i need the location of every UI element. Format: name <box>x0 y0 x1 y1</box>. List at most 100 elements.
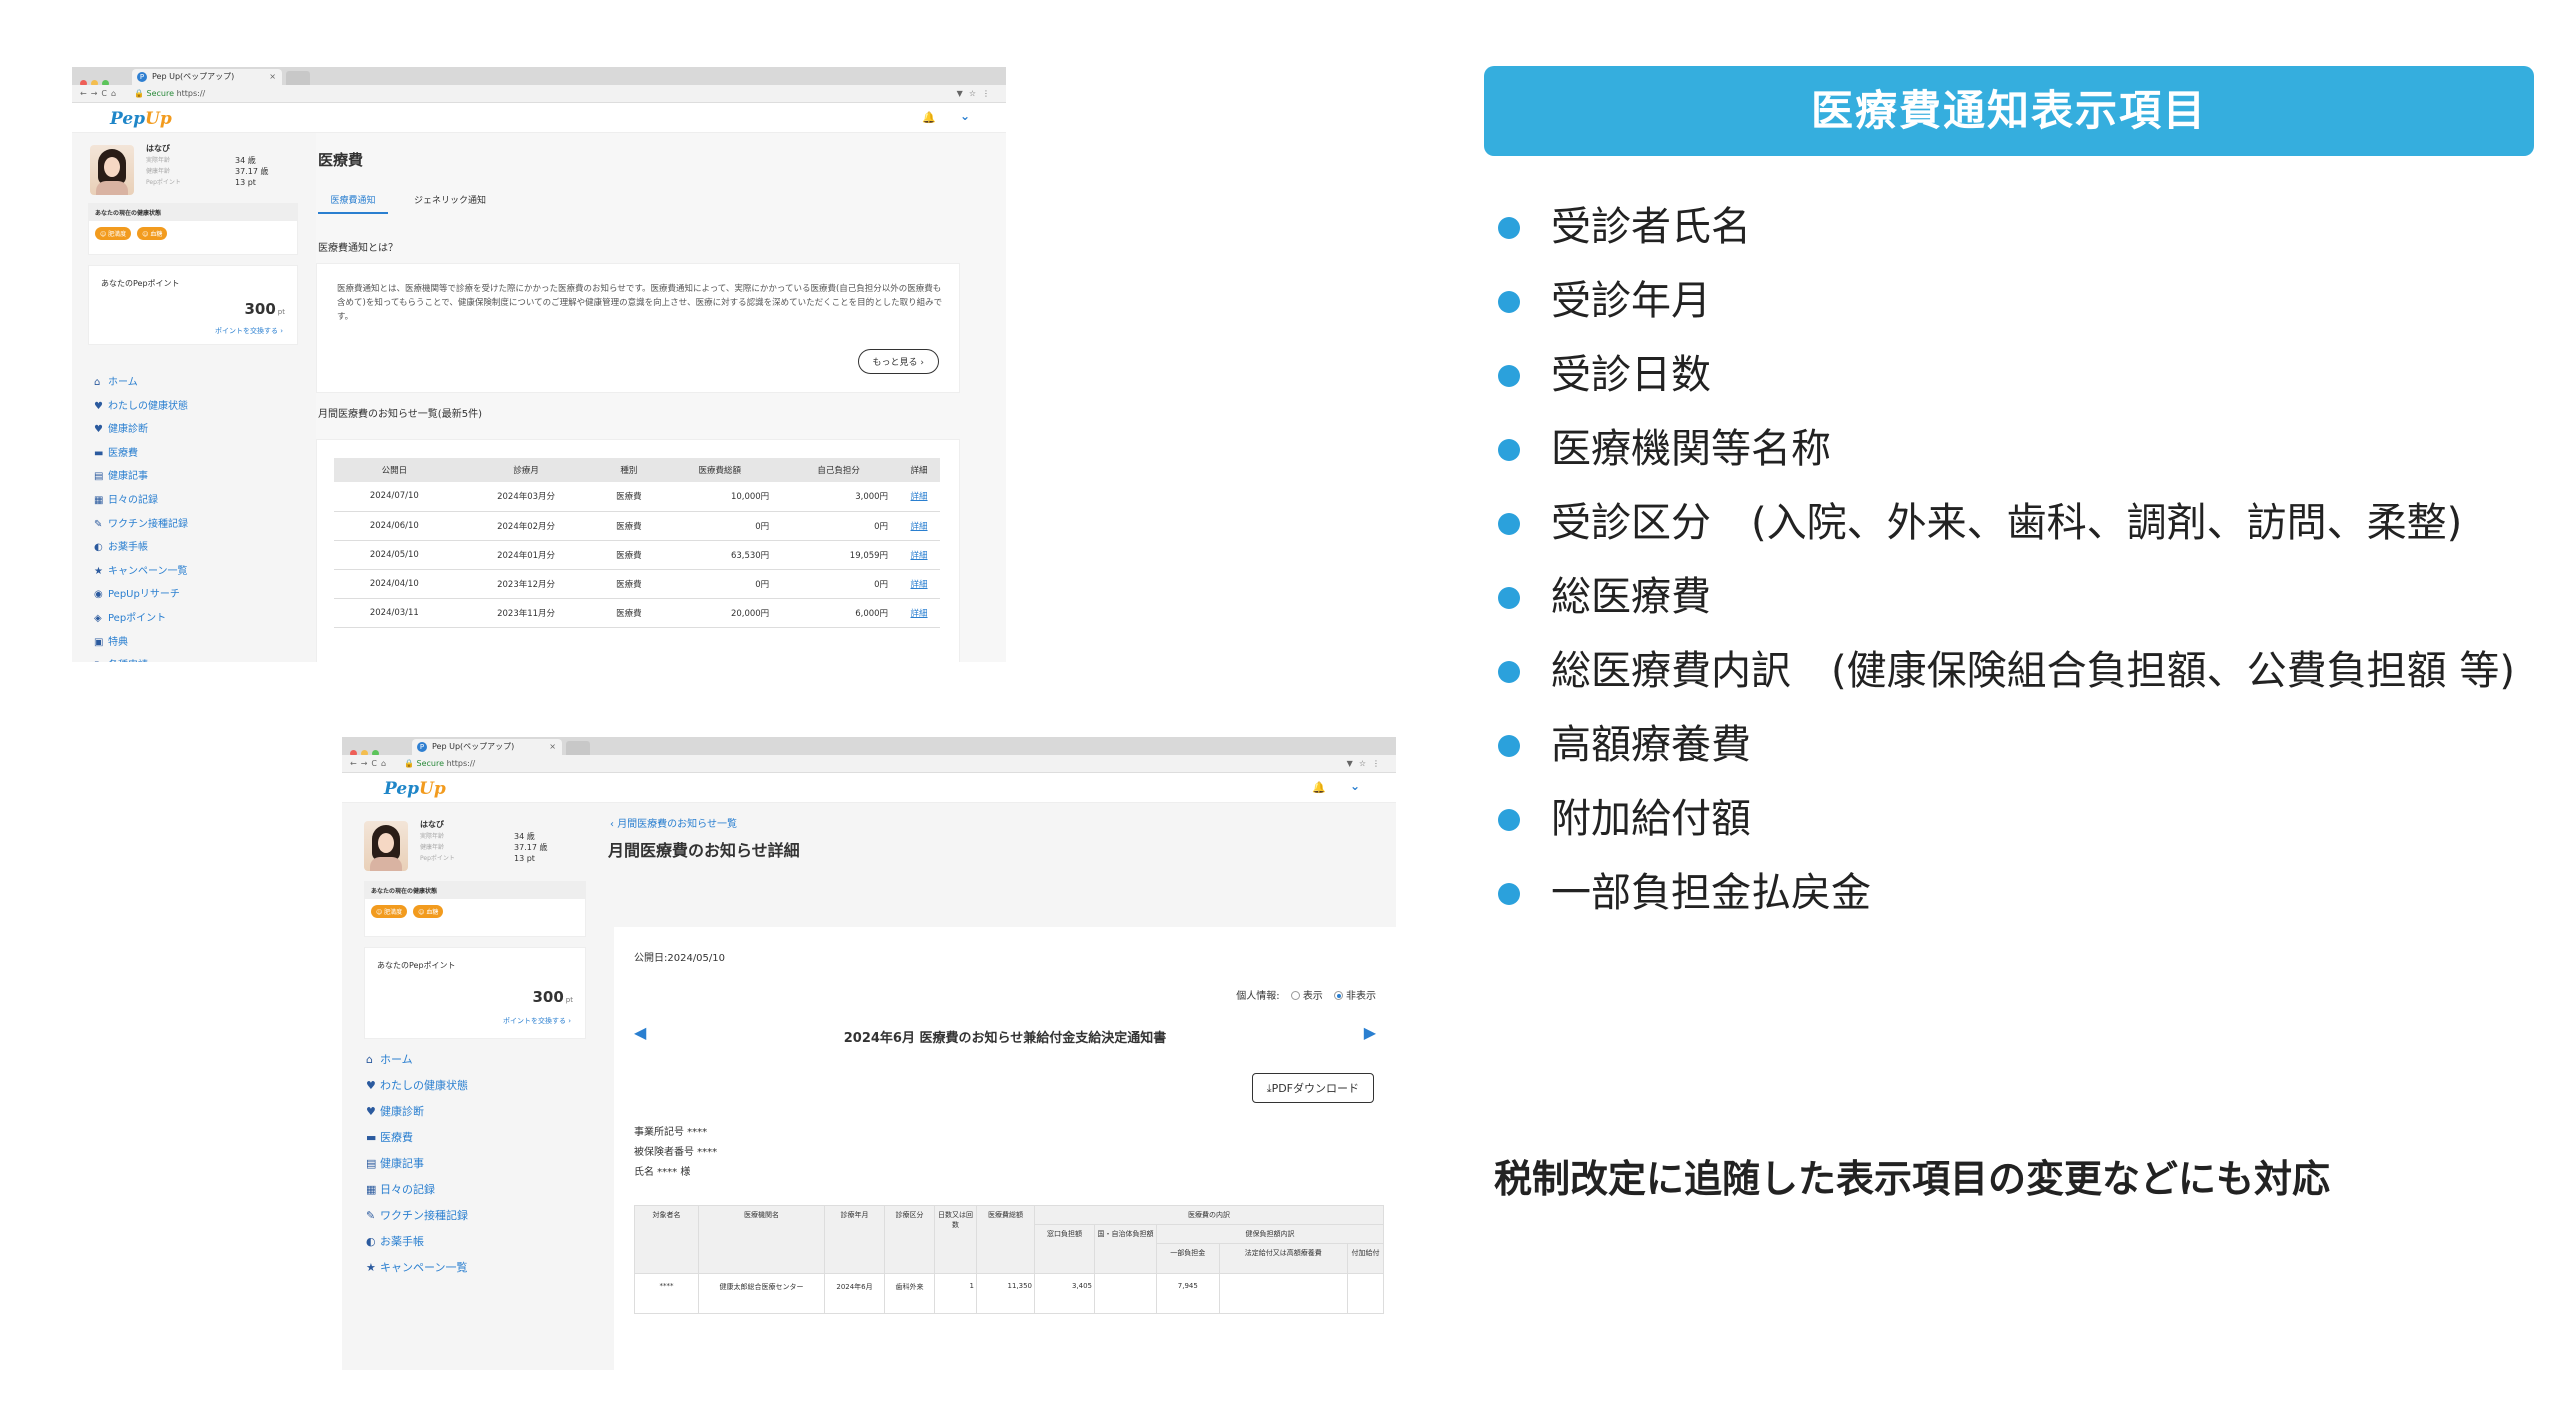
table-cell: 詳細 <box>898 598 940 628</box>
table-cell: 2024/06/10 <box>334 511 455 541</box>
sidebar-item-bed[interactable]: ▬ 医療費 <box>366 1125 468 1151</box>
sidebar-item-calendar[interactable]: ▦ 日々の記録 <box>366 1177 468 1203</box>
status-badge[interactable]: ☺ 血糖 <box>137 227 168 240</box>
sidebar-item-heart[interactable]: ♥ 健康診断 <box>94 418 188 442</box>
sidebar-item-label: 日々の記録 <box>380 1183 435 1196</box>
health-state-card[interactable]: あなたの現在の健康状態 ☺ 肥満度 ☺ 血糖 <box>88 203 298 255</box>
sidebar-item-research[interactable]: ◉ PepUpリサーチ <box>94 583 188 607</box>
profile-name: はなび <box>146 144 170 153</box>
tab-generic-notice[interactable]: ジェネリック通知 <box>414 193 486 212</box>
sidebar-item-heart[interactable]: ♥ わたしの健康状態 <box>94 395 188 419</box>
health-state-card[interactable]: あなたの現在の健康状態 ☺ 肥満度 ☺ 血糖 <box>364 881 586 937</box>
sidebar-item-syringe[interactable]: ✎ ワクチン接種記録 <box>94 513 188 537</box>
sidebar-item-news[interactable]: ▤ 健康記事 <box>94 465 188 489</box>
detail-link[interactable]: 詳細 <box>911 580 928 590</box>
sidebar-item-heart[interactable]: ♥ わたしの健康状態 <box>366 1073 468 1099</box>
sidebar-item-pill[interactable]: ◐ お薬手帳 <box>94 536 188 560</box>
sidebar-item-gift[interactable]: ▣ 特典 <box>94 631 188 655</box>
more-button[interactable]: もっと見る › <box>857 349 939 374</box>
sidebar-item-label: 日々の記録 <box>108 494 158 506</box>
status-badge[interactable]: ☺ 血糖 <box>413 905 444 918</box>
table-cell: 2024/04/10 <box>334 569 455 599</box>
new-tab-button[interactable] <box>566 741 590 755</box>
detail-link[interactable]: 詳細 <box>911 492 928 502</box>
nav-arrows-icon[interactable]: ←→C⌂ <box>350 755 390 773</box>
chevron-down-icon[interactable]: ⌄ <box>1350 779 1360 793</box>
sidebar-item-pill[interactable]: ◐ お薬手帳 <box>366 1229 468 1255</box>
sidebar-item-label: Pepポイント <box>108 612 167 624</box>
detail-link[interactable]: 詳細 <box>911 609 928 619</box>
exchange-points-link[interactable]: ポイントを交換する › <box>215 326 283 336</box>
section-title: 医療費通知とは？ <box>318 243 398 254</box>
heart-icon: ♥ <box>366 1105 376 1118</box>
back-to-list-link[interactable]: ‹ 月間医療費のお知らせ一覧 <box>610 815 737 830</box>
browser-tools-icon[interactable]: ▼☆⋮ <box>1347 755 1386 773</box>
star-icon: ★ <box>94 565 103 577</box>
next-arrow-icon[interactable]: ▶ <box>1364 1023 1376 1042</box>
bell-icon[interactable]: 🔔 <box>922 111 936 124</box>
medical-list-table: 公開日 診療月 種別 医療費総額 自己負担分 詳細 2024/07/10 2024年03月分医… <box>334 458 940 628</box>
table-cell: 詳細 <box>898 569 940 599</box>
app-header: PepUp 🔔 ⌄ <box>342 773 1396 803</box>
chevron-down-icon[interactable]: ⌄ <box>960 109 970 123</box>
sidebar-item-home[interactable]: ⌂ ホーム <box>94 371 188 395</box>
profile-values: 34 歳 37.17 歳 13 pt <box>514 832 548 863</box>
sidebar-item-star[interactable]: ★ キャンペーン一覧 <box>94 560 188 584</box>
sidebar: はなび 実際年齢 健康年齢 Pepポイント 34 歳 37.17 歳 13 pt あなた… <box>72 133 316 662</box>
list-title: 月間医療費のお知らせ一覧(最新5件) <box>318 409 482 420</box>
column-header: 自己負担分 <box>779 458 899 482</box>
sidebar-item-heart[interactable]: ♥ 健康診断 <box>366 1099 468 1125</box>
list-item: 附加給付額 <box>1496 782 2516 856</box>
display-items-list: 受診者氏名 受診年月 受診日数 医療機関等名称 受診区分 (入院、外来、歯科、調剤、訪問… <box>1496 190 2516 930</box>
sidebar-item-home[interactable]: ⌂ ホーム <box>366 1047 468 1073</box>
sidebar: はなび 実際年齢 健康年齢 Pepポイント 34 歳 37.17 歳 13 pt あなた… <box>342 803 604 1370</box>
health-state-title: あなたの現在の健康状態 <box>365 882 585 899</box>
avatar <box>364 821 408 871</box>
browser-tab[interactable]: P Pep Up(ペップアップ) × <box>132 69 282 85</box>
sidebar-item-document[interactable]: ▮各種申請 <box>94 654 188 662</box>
sidebar-item-label: ホーム <box>108 377 138 388</box>
nav-arrows-icon[interactable]: ←→C⌂ <box>80 85 120 103</box>
url-text[interactable]: https:// <box>177 89 206 98</box>
heart-icon: ♥ <box>94 424 103 436</box>
points-card: あなたのPepポイント 300 pt ポイントを交換する › <box>364 947 586 1039</box>
detail-link[interactable]: 詳細 <box>911 551 928 561</box>
url-text[interactable]: https:// <box>447 759 476 768</box>
sidebar-item-label: 健康診断 <box>380 1105 424 1118</box>
office-code: 事業所記号 **** <box>634 1127 708 1138</box>
home-icon: ⌂ <box>366 1053 373 1066</box>
address-bar[interactable]: ←→C⌂ 🔒 Secure https:// ▼☆⋮ <box>72 85 1006 103</box>
radio-hide[interactable] <box>1334 991 1343 1000</box>
table-cell: 0円 <box>779 569 899 599</box>
pepup-logo[interactable]: PepUp <box>384 779 446 799</box>
browser-tools-icon[interactable]: ▼☆⋮ <box>957 85 996 103</box>
detail-link[interactable]: 詳細 <box>911 522 928 532</box>
close-tab-icon[interactable]: × <box>269 69 276 85</box>
table-cell: 医療費 <box>597 511 661 541</box>
browser-tab[interactable]: P Pep Up(ペップアップ) × <box>412 739 562 755</box>
sidebar-item-label: PepUpリサーチ <box>108 589 180 601</box>
table-cell: 19,059円 <box>779 540 899 570</box>
sidebar-menu: ⌂ ホーム ♥ わたしの健康状態 ♥ 健康診断 ▬ 医療費 ▤ 健康記事 ▦ 日々の記録 ✎ ワクチン接種… <box>366 1047 468 1281</box>
page-title: 月間医療費のお知らせ詳細 <box>608 841 800 860</box>
bell-icon[interactable]: 🔔 <box>1312 781 1326 794</box>
sidebar-item-star[interactable]: ★ キャンペーン一覧 <box>366 1255 468 1281</box>
pdf-download-button[interactable]: ⤓PDFダウンロード <box>1251 1073 1374 1103</box>
exchange-points-link[interactable]: ポイントを交換する › <box>503 1016 571 1026</box>
sidebar-item-bed[interactable]: ▬ 医療費 <box>94 442 188 466</box>
sidebar-item-coins[interactable]: ◈ Pepポイント <box>94 607 188 631</box>
new-tab-button[interactable] <box>286 71 310 85</box>
gift-icon: ▣ <box>94 636 104 648</box>
pepup-logo[interactable]: PepUp <box>110 109 172 129</box>
coins-icon: ◈ <box>94 612 102 624</box>
sidebar-item-syringe[interactable]: ✎ ワクチン接種記録 <box>366 1203 468 1229</box>
research-icon: ◉ <box>94 589 103 601</box>
close-tab-icon[interactable]: × <box>549 739 556 755</box>
address-bar[interactable]: ←→C⌂ 🔒 Secure https:// ▼☆⋮ <box>342 755 1396 773</box>
sidebar-item-calendar[interactable]: ▦ 日々の記録 <box>94 489 188 513</box>
radio-show[interactable] <box>1290 991 1300 1000</box>
tab-medical-notice[interactable]: 医療費通知 <box>318 193 388 214</box>
status-badge[interactable]: ☺ 肥満度 <box>371 905 408 918</box>
sidebar-item-news[interactable]: ▤ 健康記事 <box>366 1151 468 1177</box>
status-badge[interactable]: ☺ 肥満度 <box>95 227 132 240</box>
